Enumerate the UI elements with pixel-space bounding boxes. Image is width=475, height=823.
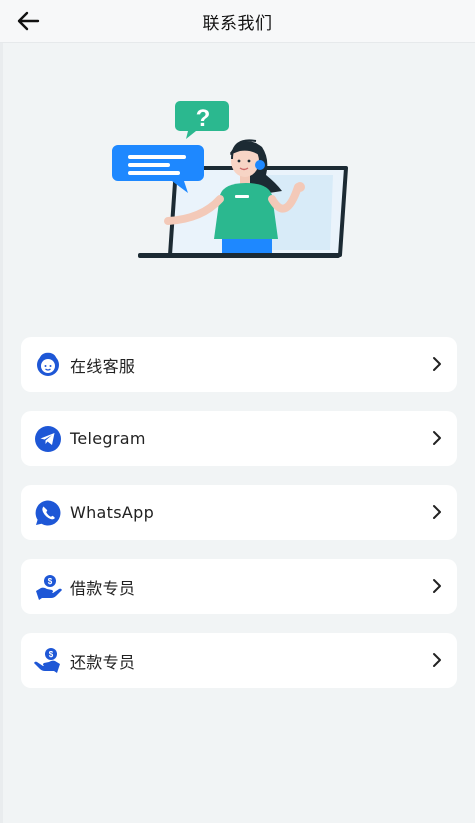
svg-text:$: $ [49, 650, 54, 659]
chevron-right-icon [433, 431, 441, 445]
loan-officer-icon: $ [34, 573, 62, 601]
chevron-right-icon [433, 357, 441, 371]
whatsapp-icon [34, 499, 62, 527]
chevron-right-icon [433, 505, 441, 519]
contact-item-online-service[interactable]: 在线客服 [21, 337, 457, 392]
arrow-left-icon [17, 11, 40, 31]
contact-item-repayment-officer[interactable]: $ 还款专员 [21, 633, 457, 688]
contact-item-label: WhatsApp [70, 503, 155, 522]
page-title: 联系我们 [202, 13, 273, 34]
left-edge-divider [0, 42, 3, 823]
question-mark: ? [196, 105, 211, 132]
svg-text:$: $ [48, 577, 53, 586]
contact-item-label: Telegram [70, 429, 146, 448]
back-button[interactable] [14, 8, 42, 34]
repayment-officer-icon: $ [34, 647, 62, 675]
contact-item-loan-officer[interactable]: $ 借款专员 [21, 559, 457, 614]
customer-support-illustration: ? [112, 101, 348, 258]
contact-item-telegram[interactable]: Telegram [21, 411, 457, 466]
chevron-right-icon [433, 653, 441, 667]
contact-options-list: 在线客服 Telegram WhatsApp $ 借款专员 $ 还款专员 [21, 337, 457, 707]
customer-service-icon [34, 351, 62, 379]
telegram-icon [34, 425, 62, 453]
contact-item-label: 借款专员 [70, 578, 136, 598]
chevron-right-icon [433, 579, 441, 593]
contact-item-label: 在线客服 [70, 356, 136, 376]
contact-item-whatsapp[interactable]: WhatsApp [21, 485, 457, 540]
header-bar: 联系我们 [0, 0, 475, 43]
contact-item-label: 还款专员 [70, 652, 136, 672]
